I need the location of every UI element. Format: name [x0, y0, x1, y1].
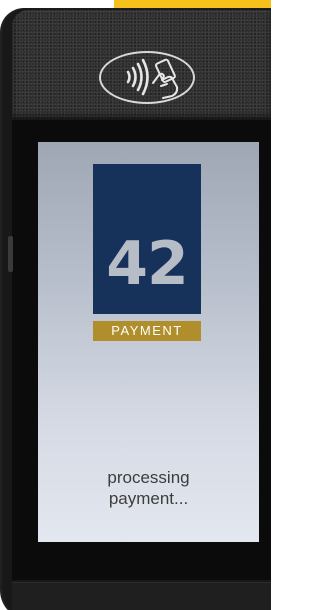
status-line-2: payment... — [108, 489, 189, 508]
contactless-symbol-icon — [126, 58, 179, 99]
payment-terminal-scene: 42 PAYMENT processing payment... — [0, 0, 271, 610]
contactless-tap-icon — [99, 51, 195, 104]
brand-logo-block: 42 — [93, 164, 201, 314]
terminal-bottom-edge — [12, 582, 271, 610]
status-line-1: processing — [107, 468, 190, 487]
terminal-top-cap — [12, 10, 271, 118]
side-button[interactable] — [8, 236, 13, 272]
payment-status-message: processing payment... — [38, 467, 259, 509]
brand-logo-band: PAYMENT — [93, 321, 201, 341]
terminal-screen: 42 PAYMENT processing payment... — [38, 142, 259, 542]
brand-logo-number: 42 — [106, 229, 189, 299]
